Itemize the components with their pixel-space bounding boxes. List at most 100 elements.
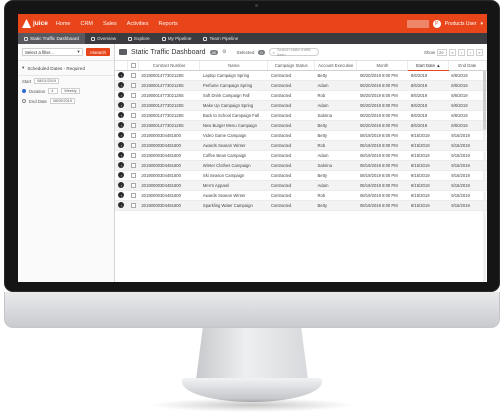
row-checkbox[interactable] [130,162,136,168]
campaign-status-cell: Contracted [267,140,315,151]
table-search-input[interactable]: ⌕ Search static traffic dash [268,47,319,57]
row-expand-cell: › [115,70,128,81]
scheduled-dates-section[interactable]: ▾ Scheduled Dates - Required [18,61,114,76]
global-search-input[interactable] [406,19,429,28]
avatar[interactable]: P [432,19,441,28]
row-checkbox[interactable] [130,182,136,188]
next-page-button[interactable]: › [467,48,474,56]
contract-number-cell: 20190001477302128S [138,110,200,121]
first-page-button[interactable]: « [449,48,456,56]
row-open-icon[interactable]: › [118,182,125,188]
row-open-icon[interactable]: › [118,132,125,138]
row-checkbox[interactable] [130,72,136,78]
table-row[interactable]: › 20190001477302128S New Burger Menu Campa… [115,120,487,131]
nav-item-reports[interactable]: Reports [158,21,177,27]
nav-item-activities[interactable]: Activities [127,21,149,27]
column-header-name[interactable]: Name [199,61,269,71]
end-date-input[interactable]: 08/09/2019 [49,98,75,104]
row-checkbox[interactable] [130,102,136,108]
column-header-start-date[interactable]: Start Date ▲ [407,61,449,71]
select-all-checkbox[interactable] [130,62,136,68]
monitor-shadow [150,398,354,412]
row-open-icon[interactable]: › [118,152,125,158]
table-row[interactable]: › 20190001477302128S Laptop Campaign Sprin… [115,70,487,81]
prev-page-button[interactable]: ‹ [458,48,465,56]
tab-overview[interactable]: Overview [85,33,122,44]
row-checkbox[interactable] [130,82,136,88]
row-open-icon[interactable]: › [118,172,125,178]
folder-icon [119,49,127,55]
last-page-button[interactable]: » [476,48,483,56]
end-date-radio[interactable] [22,99,26,103]
tab-static-traffic-dashboard[interactable]: Static Traffic Dashboard [18,33,85,44]
chevron-down-icon[interactable]: ▾ [480,21,483,27]
start-date-cell: 8/6/2019 [407,80,449,91]
nav-item-sales[interactable]: Sales [103,21,117,27]
row-open-icon[interactable]: › [118,192,125,198]
account-executive-cell: Adam [314,180,357,191]
table-row[interactable]: › 20190000304481600 Awards Season Winter Co… [115,190,487,201]
table-row[interactable]: › 20190001477302128S Soft Drink Campaign F… [115,90,487,101]
duration-input[interactable]: 4 [48,88,59,94]
table-row[interactable]: › 20190001477302128S Make Up Campaign Spri… [115,100,487,111]
row-open-icon[interactable]: › [118,202,125,208]
duration-unit-select[interactable]: Weekly [61,88,80,94]
row-checkbox[interactable] [130,112,136,118]
row-checkbox[interactable] [130,172,136,178]
dashboard-icon [24,36,28,41]
column-header-campaign-status[interactable]: Campaign Status [267,61,316,71]
row-select-cell [127,70,139,81]
table-row[interactable]: › 20190000304481600 Awards Season Winter Co… [115,140,487,151]
row-open-icon[interactable]: › [118,112,125,118]
table-row[interactable]: › 20190001477302128S Back to School Campai… [115,110,487,121]
column-header-contract-number[interactable]: Contract Number [138,61,201,71]
column-header-select[interactable] [127,61,139,71]
row-open-icon[interactable]: › [118,102,125,108]
nav-item-home[interactable]: Home [56,21,71,27]
settings-icon[interactable]: ⚙ [222,49,226,55]
row-open-icon[interactable]: › [118,162,125,168]
row-open-icon[interactable]: › [118,122,125,128]
row-checkbox[interactable] [130,132,136,138]
table-row[interactable]: › 20190001477302128S Perfume Campaign Spri… [115,80,487,91]
scrollbar-thumb[interactable] [483,70,486,130]
tab-team-pipeline[interactable]: Team Pipeline [197,33,244,44]
filter-select[interactable]: Select a filter... ▾ [22,48,83,56]
row-open-icon[interactable]: › [118,142,125,148]
column-header-month[interactable]: Month [356,61,409,71]
row-checkbox[interactable] [130,92,136,98]
page-size-select[interactable]: 20 [437,48,447,56]
tab-my-pipeline[interactable]: My Pipeline [156,33,198,44]
table-row[interactable]: › 20190000304481600 Winter Clothes Campaig… [115,160,487,171]
start-date-input[interactable]: 08/01/2019 [34,78,60,84]
duration-radio[interactable] [22,89,26,93]
table-row[interactable]: › 20190000304481600 Men's Apparel Contracte… [115,180,487,191]
campaign-status-cell: Contracted [267,120,315,131]
row-checkbox[interactable] [130,122,136,128]
row-checkbox[interactable] [130,192,136,198]
app-logo[interactable]: juice [22,19,48,28]
scrollbar[interactable] [483,70,486,282]
column-header-end-date[interactable]: End Date [448,61,487,71]
row-checkbox[interactable] [130,142,136,148]
search-button[interactable]: ⌕ Search [85,48,110,56]
table-row[interactable]: › 20190000304481600 Coffee Bean Campaign Co… [115,150,487,161]
tab-label: Static Traffic Dashboard [30,36,79,41]
table-row[interactable]: › 20190000304481600 Ski Season Campaign Con… [115,170,487,181]
column-header-expand [115,61,129,71]
row-checkbox[interactable] [130,152,136,158]
user-name[interactable]: Products User [445,21,477,27]
row-checkbox[interactable] [130,202,136,208]
column-header-account-executive[interactable]: Account Executive [314,61,358,71]
table-search-placeholder: Search static traffic dash [276,47,311,57]
table-row[interactable]: › 20190000304481600 Video Game Campaign Con… [115,130,487,141]
campaign-status-cell: Contracted [267,160,315,171]
month-cell: 08/19/2019 8:00 PM [356,170,408,181]
row-open-icon[interactable]: › [118,82,125,88]
table-row[interactable]: › 20190000304481600 Sparkling Water Campai… [115,200,487,211]
nav-item-crm[interactable]: CRM [80,21,93,27]
row-expand-cell: › [115,200,128,211]
row-open-icon[interactable]: › [118,72,125,78]
row-open-icon[interactable]: › [118,92,125,98]
tab-explore[interactable]: Explore [122,33,156,44]
